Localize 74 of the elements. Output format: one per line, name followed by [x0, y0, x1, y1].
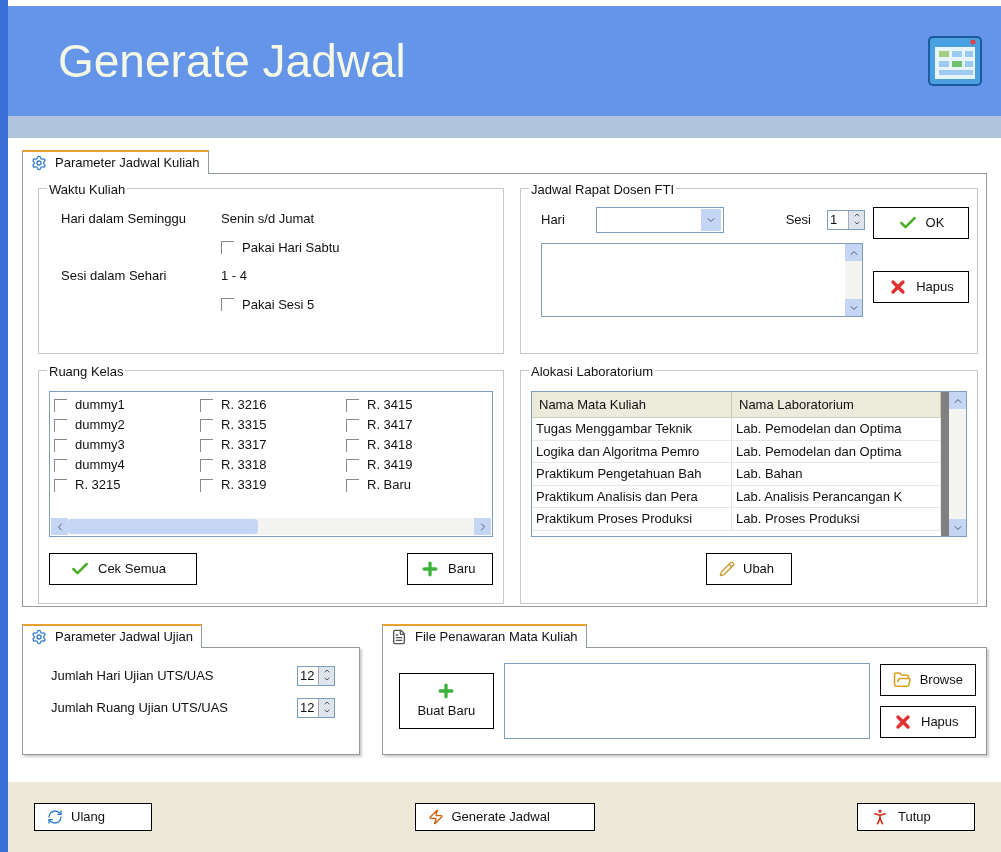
table-cell: Logika dan Algoritma Pemro — [532, 440, 732, 463]
checkbox-label: R. 3418 — [367, 436, 413, 454]
field-label: Jumlah Hari Ujian UTS/UAS — [51, 667, 214, 686]
checkbox-label: R. 3216 — [221, 396, 267, 414]
table-cell: Tugas Menggambar Teknik — [532, 418, 732, 440]
table-cell: Lab. Analisis Perancangan K — [732, 485, 941, 508]
checkbox-label: R. 3317 — [221, 436, 267, 454]
refresh-icon — [47, 809, 63, 825]
button[interactable]: Cek Semua — [49, 553, 197, 585]
checkbox-label: R. 3417 — [367, 416, 413, 434]
field-label: Hari dalam Seminggu — [61, 210, 187, 228]
checkbox-label: R. 3419 — [367, 456, 413, 474]
column-header[interactable]: Nama Mata Kuliah — [532, 392, 732, 417]
field-label: Sesi dalam Sehari — [61, 267, 168, 285]
field-value: 1 - 4 — [221, 267, 247, 285]
scrollbar[interactable] — [51, 518, 491, 535]
field-label: Jumlah Ruang Ujian UTS/UAS — [51, 699, 229, 718]
spin-arrows-icon — [318, 667, 334, 685]
spin-arrows-icon — [848, 211, 864, 229]
checkbox-label: R. 3318 — [221, 456, 267, 474]
scrollbar[interactable] — [949, 392, 966, 536]
gear-icon — [31, 155, 47, 171]
gear-icon — [31, 629, 47, 645]
table-cell: Praktikum Pengetahuan Bah — [532, 463, 732, 485]
checkbox-label: R. 3415 — [367, 396, 413, 414]
field-label: Hari — [541, 211, 566, 230]
column-header[interactable]: Nama Laboratorium — [732, 392, 941, 417]
day-dropdown[interactable] — [596, 207, 724, 233]
checkbox-label: dummy3 — [75, 436, 125, 454]
calendar-icon — [927, 35, 983, 87]
checkbox-label: R. Baru — [367, 476, 412, 494]
folder-icon — [893, 670, 912, 690]
plus-icon — [420, 559, 440, 579]
delete-icon — [893, 712, 913, 732]
file-list[interactable] — [503, 663, 870, 739]
spin-field[interactable]: 12 — [297, 666, 335, 686]
checkbox-label: dummy4 — [75, 456, 125, 474]
button[interactable]: Generate Jadwal — [414, 803, 595, 831]
button[interactable]: Ubah — [706, 553, 792, 585]
button[interactable]: Tutup — [857, 803, 975, 831]
spin-field[interactable]: 12 — [297, 698, 335, 718]
table-cell: Lab. Pemodelan dan Optima — [732, 440, 941, 463]
checkbox-label: dummy1 — [75, 396, 125, 414]
table-cell: Lab. Bahan — [732, 463, 941, 485]
lightning-icon — [427, 809, 444, 825]
tab[interactable]: Parameter Jadwal Ujian — [22, 624, 202, 648]
button[interactable]: Browse — [880, 664, 976, 696]
checkbox-label: dummy2 — [75, 416, 125, 434]
text-area[interactable] — [541, 243, 863, 317]
table-cell: Praktikum Proses Produksi — [532, 508, 732, 530]
checkbox-label: R. 3315 — [221, 416, 267, 434]
scrollbar[interactable] — [845, 244, 862, 316]
table-cell: Lab. Pemodelan dan Optima — [732, 418, 941, 440]
checkbox-label: R. 3215 — [75, 476, 121, 494]
button[interactable]: Buat Baru — [399, 673, 494, 729]
field-label: Sesi — [785, 211, 811, 230]
field-value: Senin s/d Jumat — [221, 210, 315, 228]
button[interactable]: Hapus — [873, 271, 969, 303]
checkbox-label: Pakai Sesi 5 — [242, 295, 315, 314]
tab[interactable]: Parameter Jadwal Kuliah — [22, 150, 209, 174]
document-icon — [391, 629, 407, 645]
button[interactable]: Hapus — [880, 706, 976, 738]
table-cell: Praktikum Analisis dan Pera — [532, 485, 732, 508]
button[interactable]: Baru — [407, 553, 493, 585]
button[interactable]: OK — [873, 207, 969, 239]
table-cell: Lab. Proses Produksi — [732, 508, 941, 530]
spin-field[interactable]: 1 — [827, 210, 865, 230]
tab[interactable]: File Penawaran Mata Kuliah — [382, 624, 587, 648]
pencil-icon — [719, 561, 735, 577]
checkbox-label: Pakai Hari Sabtu — [242, 238, 340, 257]
page-title: Generate Jadwal — [58, 33, 406, 89]
checkbox-label: R. 3319 — [221, 476, 267, 494]
button[interactable]: Ulang — [34, 803, 152, 831]
spin-arrows-icon — [318, 699, 334, 717]
